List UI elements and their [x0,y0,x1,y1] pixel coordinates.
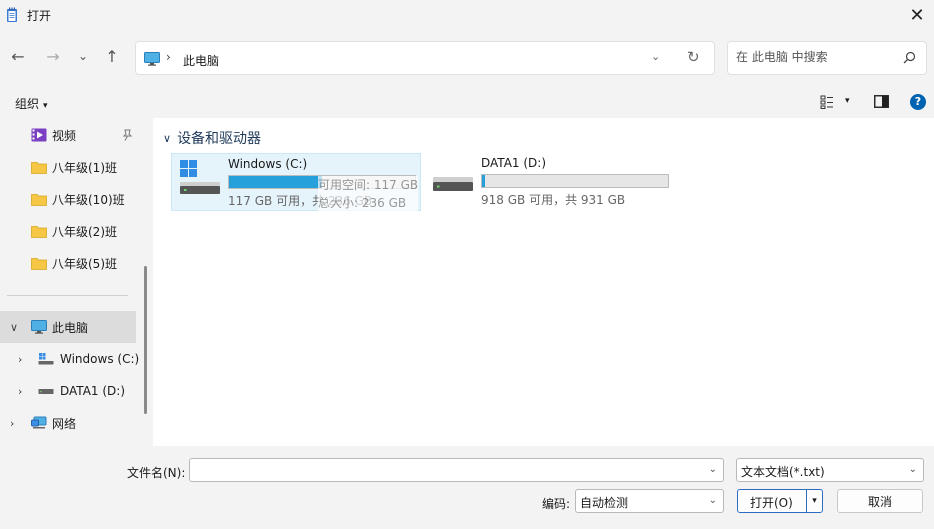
sidebar-item-label: 网络 [52,416,77,431]
sidebar-item-label: Windows (C:) [60,352,140,366]
file-type-select[interactable]: 文本文档(*.txt) ⌄ [736,458,924,482]
this-pc-icon [144,52,160,66]
file-type-value: 文本文档(*.txt) [741,465,825,479]
pin-icon [122,129,133,141]
back-arrow-icon: ← [11,46,25,66]
sidebar-item-label: 八年级(10)班 [52,192,125,207]
refresh-icon[interactable]: ↻ [687,48,700,66]
sidebar-item-network[interactable]: › 网络 [0,407,136,439]
chevron-down-icon[interactable]: ∨ [10,321,18,334]
drive-tile-c[interactable]: Windows (C:) 117 GB 可用，共 236 GB [171,153,421,211]
navigation-bar: ← → ⌄ ↑ › 此电脑 ⌄ ↻ [0,38,934,78]
folder-icon [31,226,47,238]
chevron-right-icon[interactable]: › [18,353,22,366]
sidebar-scrollbar[interactable] [144,266,147,414]
forward-arrow-icon: → [46,46,60,66]
title-bar: 打开 ✕ [0,0,934,30]
network-icon [31,416,47,429]
drive-tile-d[interactable]: DATA1 (D:) 918 GB 可用，共 931 GB [425,153,675,211]
folder-icon [31,258,47,270]
drive-name: Windows (C:) [228,157,308,171]
sidebar-item-folder[interactable]: 八年级(5)班 [0,247,136,279]
caret-down-icon: ▾ [43,101,48,111]
close-button[interactable]: ✕ [900,0,934,30]
windows-drive-icon [180,160,220,194]
drive-name: DATA1 (D:) [481,156,547,170]
organize-menu-button[interactable]: 组织 ▾ [15,95,48,112]
sidebar-item-label: 八年级(1)班 [52,160,117,175]
window-title: 打开 [27,9,52,23]
drive-space-info: 918 GB 可用，共 931 GB [481,193,626,207]
chevron-down-icon[interactable]: ⌄ [709,464,717,475]
windows-drive-icon [38,353,54,365]
sidebar-item-drive-c[interactable]: › Windows (C:) [0,343,140,375]
folder-icon [31,194,47,206]
drive-space-info: 117 GB 可用，共 236 GB [228,194,373,208]
drive-usage-bar [481,174,669,188]
chevron-down-icon: ⌄ [77,49,89,63]
forward-button[interactable]: → [41,44,65,68]
sidebar-item-folder[interactable]: 八年级(1)班 [0,151,136,183]
back-button[interactable]: ← [6,44,30,68]
filename-input[interactable] [194,462,694,476]
breadcrumb-this-pc[interactable]: 此电脑 [183,52,219,69]
search-box[interactable] [727,41,927,75]
open-button[interactable]: 打开(O) ▾ [737,489,823,513]
notepad-icon [7,7,17,22]
sidebar-item-videos[interactable]: 视频 [0,119,136,151]
navigation-pane: 视频 八年级(1)班 八年级(10)班 八年级(2)班 八年级(5)班 ∨ 此电… [0,118,150,446]
sidebar-item-folder[interactable]: 八年级(2)班 [0,215,136,247]
recent-locations-button[interactable]: ⌄ [71,44,95,68]
folder-icon [31,162,47,174]
sidebar-item-label: 此电脑 [52,320,89,335]
sidebar-item-label: 八年级(2)班 [52,224,117,239]
open-button-label: 打开(O) [750,496,793,510]
open-options-dropdown-icon[interactable]: ▾ [806,489,822,513]
hard-drive-icon [38,389,54,394]
chevron-right-icon[interactable]: › [10,417,14,430]
organize-label: 组织 [15,97,40,111]
dialog-footer: 文件名(N): ⌄ 文本文档(*.txt) ⌄ 编码: 自动检测 ⌄ 打开(O)… [0,446,934,529]
address-bar[interactable]: › 此电脑 ⌄ ↻ [135,41,715,75]
sidebar-item-label: DATA1 (D:) [60,384,126,398]
chevron-down-icon: ⌄ [908,464,917,475]
up-arrow-icon: ↑ [105,46,119,66]
sidebar-divider [7,295,128,296]
search-input[interactable] [736,50,896,64]
encoding-value: 自动检测 [580,496,629,510]
hard-drive-icon [433,177,473,191]
sidebar-item-this-pc[interactable]: ∨ 此电脑 [0,311,136,343]
encoding-select[interactable]: 自动检测 ⌄ [575,489,724,513]
encoding-label: 编码: [542,497,571,511]
filename-combobox[interactable]: ⌄ [189,458,724,482]
sidebar-item-label: 八年级(5)班 [52,256,117,271]
filename-label: 文件名(N): [127,466,186,480]
cancel-button[interactable]: 取消 [837,489,923,513]
sidebar-item-drive-d[interactable]: › DATA1 (D:) [0,375,136,407]
drive-usage-fill [482,175,485,187]
drive-usage-fill [229,176,322,188]
help-icon[interactable]: ? [910,94,926,110]
view-dropdown-icon[interactable]: ▾ [845,96,850,106]
cancel-button-label: 取消 [867,494,892,509]
breadcrumb-separator-icon: › [166,50,171,64]
group-header-devices[interactable]: ∨ 设备和驱动器 [163,128,261,148]
address-dropdown-icon[interactable]: ⌄ [651,50,660,63]
sidebar-item-label: 视频 [52,128,77,143]
preview-pane-icon[interactable] [874,95,889,108]
chevron-down-icon: ∨ [163,131,172,145]
file-list-pane: ∨ 设备和驱动器 Windows (C:) 117 GB 可用，共 236 GB… [153,118,934,446]
sidebar-item-folder[interactable]: 八年级(10)班 [0,183,136,215]
close-icon: ✕ [909,4,925,26]
search-icon [903,51,916,64]
chevron-right-icon[interactable]: › [18,385,22,398]
video-icon [31,128,47,142]
this-pc-icon [31,320,47,334]
view-options-icon[interactable] [820,95,834,109]
group-title: 设备和驱动器 [177,131,262,147]
up-button[interactable]: ↑ [100,44,124,68]
drive-usage-bar [228,175,416,189]
chevron-down-icon: ⌄ [708,495,717,506]
command-bar: 组织 ▾ ▾ ? [0,88,934,116]
